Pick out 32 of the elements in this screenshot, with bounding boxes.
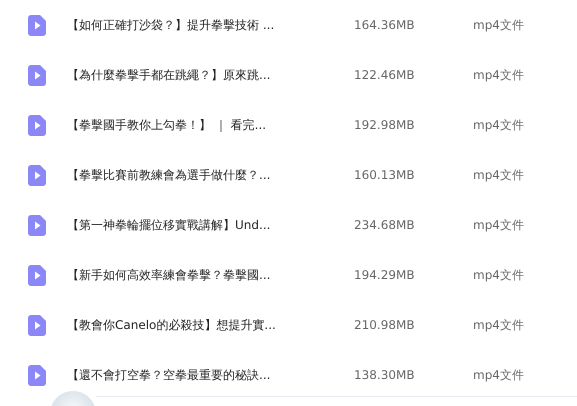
- file-type: mp4文件: [473, 367, 524, 384]
- video-file-icon: [28, 364, 46, 386]
- file-size: 234.68MB: [354, 217, 416, 234]
- file-name: 【拳擊比賽前教練會為選手做什麼？...: [67, 167, 272, 184]
- file-name: 【如何正確打沙袋？】提升拳擊技術 ...: [67, 17, 276, 34]
- file-name: 【教會你Canelo的必殺技】想提升實...: [67, 317, 277, 334]
- file-name: 【為什麼拳擊手都在跳繩？】原來跳...: [67, 67, 272, 84]
- video-file-icon: [28, 314, 46, 336]
- video-file-icon: [28, 64, 46, 86]
- file-name: 【第一神拳輪擺位移實戰講解】Und...: [67, 217, 272, 234]
- file-type: mp4文件: [473, 17, 524, 34]
- video-file-icon: [28, 214, 46, 236]
- file-type: mp4文件: [473, 117, 524, 134]
- file-name: 【拳擊國手教你上勾拳！】 ｜ 看完...: [67, 117, 268, 134]
- file-type: mp4文件: [473, 217, 524, 234]
- video-file-icon: [28, 164, 46, 186]
- file-type: mp4文件: [473, 267, 524, 284]
- file-name: 【新手如何高效率練會拳擊？拳擊國...: [67, 267, 272, 284]
- file-type: mp4文件: [473, 67, 524, 84]
- file-size: 164.36MB: [354, 17, 416, 34]
- video-file-icon: [28, 114, 46, 136]
- video-file-icon: [28, 264, 46, 286]
- file-size: 194.29MB: [354, 267, 416, 284]
- video-file-icon: [28, 14, 46, 36]
- file-type: mp4文件: [473, 317, 524, 334]
- file-size: 210.98MB: [354, 317, 416, 334]
- file-size: 138.30MB: [354, 367, 416, 384]
- file-size: 192.98MB: [354, 117, 416, 134]
- file-name: 【還不會打空拳？空拳最重要的秘訣...: [67, 367, 272, 384]
- file-size: 160.13MB: [354, 167, 416, 184]
- file-type: mp4文件: [473, 167, 524, 184]
- file-size: 122.46MB: [354, 67, 416, 84]
